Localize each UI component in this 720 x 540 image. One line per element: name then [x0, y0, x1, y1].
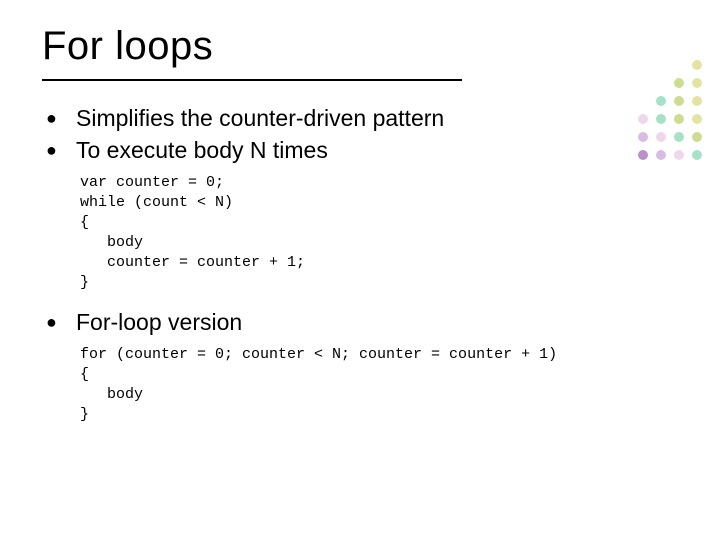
dot-icon: [638, 114, 648, 124]
dot-icon: [674, 96, 684, 106]
bullet-text: For-loop version: [76, 307, 242, 337]
dot-icon: [638, 132, 648, 142]
dot-icon: [692, 150, 702, 160]
dot-icon: [674, 114, 684, 124]
bullet-item: ● For-loop version: [42, 307, 678, 337]
bullet-icon: ●: [42, 103, 76, 133]
dot-icon: [692, 96, 702, 106]
dot-icon: [656, 114, 666, 124]
corner-decoration: [638, 60, 706, 164]
bullet-icon: ●: [42, 307, 76, 337]
slide-content: ● Simplifies the counter-driven pattern …: [42, 103, 678, 425]
dot-icon: [656, 96, 666, 106]
bullet-text: To execute body N times: [76, 135, 328, 165]
bullet-text: Simplifies the counter-driven pattern: [76, 103, 444, 133]
dot-icon: [692, 114, 702, 124]
dot-icon: [692, 60, 702, 70]
code-block-for: for (counter = 0; counter < N; counter =…: [80, 345, 678, 425]
slide: For loops ● Simplifies the counter-drive…: [0, 0, 720, 540]
bullet-icon: ●: [42, 135, 76, 165]
code-block-while: var counter = 0; while (count < N) { bod…: [80, 173, 678, 293]
dot-icon: [656, 132, 666, 142]
dot-icon: [638, 150, 648, 160]
dot-icon: [674, 132, 684, 142]
dot-icon: [674, 78, 684, 88]
slide-title: For loops: [42, 24, 678, 69]
title-underline: [42, 79, 462, 81]
dot-icon: [692, 132, 702, 142]
dot-icon: [656, 150, 666, 160]
bullet-item: ● Simplifies the counter-driven pattern: [42, 103, 678, 133]
bullet-item: ● To execute body N times: [42, 135, 678, 165]
dot-icon: [692, 78, 702, 88]
dot-icon: [674, 150, 684, 160]
